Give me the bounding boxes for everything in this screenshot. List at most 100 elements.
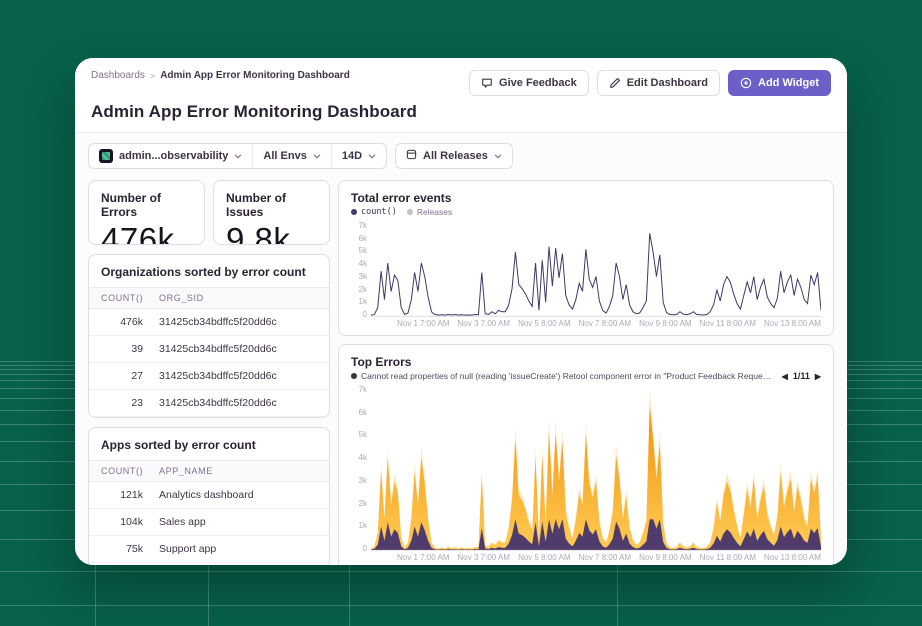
feedback-bubble-icon bbox=[481, 77, 493, 89]
column-header-count: COUNT() bbox=[101, 293, 159, 303]
y-tick: 4k bbox=[351, 453, 367, 462]
column-header-count: COUNT() bbox=[101, 466, 159, 476]
top-errors-chart[interactable] bbox=[371, 385, 821, 551]
table-row[interactable]: 75k Support app bbox=[89, 536, 329, 563]
cell-app-name: Analytics dashboard bbox=[159, 489, 317, 501]
table-row[interactable]: 23 31425cb34bdffc5f20dd6c bbox=[89, 390, 329, 417]
number-of-errors-widget: Number of Errors 476k bbox=[88, 180, 205, 245]
legend-dot-icon bbox=[351, 373, 357, 379]
pager-prev-icon[interactable]: ◀ bbox=[782, 372, 788, 381]
x-tick: Nov 13 8:00 AM bbox=[764, 319, 821, 329]
cell-count: 104k bbox=[101, 516, 159, 528]
y-tick: 0 bbox=[351, 310, 367, 319]
legend-dot-icon bbox=[351, 209, 357, 215]
total-error-events-chart[interactable] bbox=[371, 221, 821, 317]
x-tick: Nov 1 7:00 AM bbox=[397, 553, 449, 563]
page-title: Admin App Error Monitoring Dashboard bbox=[91, 102, 831, 122]
breadcrumb: Dashboards > Admin App Error Monitoring … bbox=[91, 70, 350, 81]
cell-org-sid: 31425cb34bdffc5f20dd6c bbox=[159, 316, 317, 328]
x-tick: Nov 13 8:00 AM bbox=[764, 553, 821, 563]
number-of-issues-widget: Number of Issues 9.8k bbox=[213, 180, 330, 245]
date-range-filter[interactable]: 14D bbox=[332, 144, 386, 168]
x-tick: Nov 1 7:00 AM bbox=[397, 319, 449, 329]
environment-filter[interactable]: All Envs bbox=[253, 144, 331, 168]
cell-app-name: Sales app bbox=[159, 516, 317, 528]
cell-count: 39 bbox=[101, 343, 159, 355]
dashboard-body: admin...observability All Envs 14D bbox=[75, 133, 847, 565]
releases-filter[interactable]: All Releases bbox=[396, 144, 512, 168]
add-widget-label: Add Widget bbox=[758, 77, 819, 89]
table-row[interactable]: 37k Admin dashboard bbox=[89, 563, 329, 565]
x-tick: Nov 7 8:00 AM bbox=[579, 553, 631, 563]
breadcrumb-current: Admin App Error Monitoring Dashboard bbox=[160, 70, 350, 81]
y-tick: 6k bbox=[351, 408, 367, 417]
give-feedback-label: Give Feedback bbox=[499, 77, 577, 89]
cell-count: 476k bbox=[101, 316, 159, 328]
x-tick: Nov 5 8:00 AM bbox=[518, 319, 570, 329]
x-tick: Nov 11 8:00 AM bbox=[700, 553, 756, 563]
issues-count-value: 9.8k bbox=[226, 221, 317, 245]
y-tick: 7k bbox=[351, 385, 367, 394]
total-error-events-widget: Total error events count() Releases bbox=[338, 180, 834, 336]
org-avatar-icon bbox=[99, 149, 113, 163]
widget-title: Apps sorted by error count bbox=[89, 428, 329, 460]
table-row[interactable]: 104k Sales app bbox=[89, 509, 329, 536]
breadcrumb-root[interactable]: Dashboards bbox=[91, 70, 145, 81]
releases-filter-label: All Releases bbox=[423, 150, 488, 162]
organizations-table-widget: Organizations sorted by error count COUN… bbox=[88, 254, 330, 418]
give-feedback-button[interactable]: Give Feedback bbox=[469, 70, 589, 96]
column-header-app-name: APP_NAME bbox=[159, 466, 317, 476]
errors-count-value: 476k bbox=[101, 221, 192, 245]
y-tick: 1k bbox=[351, 297, 367, 306]
y-tick: 1k bbox=[351, 521, 367, 530]
table-row[interactable]: 39 31425cb34bdffc5f20dd6c bbox=[89, 336, 329, 363]
pager-count: 1/11 bbox=[793, 371, 810, 381]
y-tick: 2k bbox=[351, 499, 367, 508]
page-filters-group: admin...observability All Envs 14D bbox=[88, 143, 387, 169]
legend-dot-icon bbox=[407, 209, 413, 215]
widget-title: Number of Errors bbox=[101, 191, 192, 219]
add-widget-button[interactable]: Add Widget bbox=[728, 70, 831, 96]
legend-releases[interactable]: Releases bbox=[407, 207, 452, 217]
chevron-down-icon bbox=[234, 150, 242, 162]
pager-next-icon[interactable]: ▶ bbox=[815, 372, 821, 381]
legend-count[interactable]: count() bbox=[351, 207, 397, 217]
releases-filter-group: All Releases bbox=[395, 143, 513, 169]
apps-table-widget: Apps sorted by error count COUNT() APP_N… bbox=[88, 427, 330, 565]
table-header: COUNT() APP_NAME bbox=[89, 460, 329, 482]
edit-dashboard-button[interactable]: Edit Dashboard bbox=[597, 70, 720, 96]
legend-top-error[interactable]: Cannot read properties of null (reading … bbox=[351, 371, 772, 381]
edit-dashboard-label: Edit Dashboard bbox=[627, 77, 708, 89]
top-errors-widget: Top Errors Cannot read properties of nul… bbox=[338, 344, 834, 565]
column-header-org-sid: ORG_SID bbox=[159, 293, 317, 303]
y-tick: 6k bbox=[351, 234, 367, 243]
x-axis: Nov 1 7:00 AM Nov 3 7:00 AM Nov 5 8:00 A… bbox=[371, 317, 821, 329]
y-axis: 7k 6k 5k 4k 3k 2k 1k 0 bbox=[351, 221, 371, 329]
y-tick: 5k bbox=[351, 430, 367, 439]
dashboard-header: Dashboards > Admin App Error Monitoring … bbox=[75, 58, 847, 133]
y-tick: 3k bbox=[351, 272, 367, 281]
project-filter[interactable]: admin...observability bbox=[89, 144, 253, 168]
plus-circle-icon bbox=[740, 77, 752, 89]
cell-org-sid: 31425cb34bdffc5f20dd6c bbox=[159, 370, 317, 382]
y-tick: 4k bbox=[351, 259, 367, 268]
x-axis: Nov 1 7:00 AM Nov 3 7:00 AM Nov 5 8:00 A… bbox=[371, 551, 821, 563]
cell-count: 75k bbox=[101, 543, 159, 555]
y-tick: 3k bbox=[351, 476, 367, 485]
table-row[interactable]: 476k 31425cb34bdffc5f20dd6c bbox=[89, 309, 329, 336]
x-tick: Nov 5 8:00 AM bbox=[518, 553, 570, 563]
y-tick: 2k bbox=[351, 285, 367, 294]
pencil-icon bbox=[609, 77, 621, 89]
table-row[interactable]: 121k Analytics dashboard bbox=[89, 482, 329, 509]
chevron-down-icon bbox=[368, 150, 376, 162]
chevron-down-icon bbox=[313, 150, 321, 162]
x-tick: Nov 9 8:00 AM bbox=[639, 319, 691, 329]
cell-count: 121k bbox=[101, 489, 159, 501]
environment-filter-label: All Envs bbox=[263, 150, 306, 162]
cell-org-sid: 31425cb34bdffc5f20dd6c bbox=[159, 397, 317, 409]
date-range-filter-label: 14D bbox=[342, 150, 362, 162]
x-tick: Nov 11 8:00 AM bbox=[700, 319, 756, 329]
filter-bar: admin...observability All Envs 14D bbox=[88, 143, 834, 169]
table-row[interactable]: 27 31425cb34bdffc5f20dd6c bbox=[89, 363, 329, 390]
x-tick: Nov 3 7:00 AM bbox=[458, 319, 510, 329]
